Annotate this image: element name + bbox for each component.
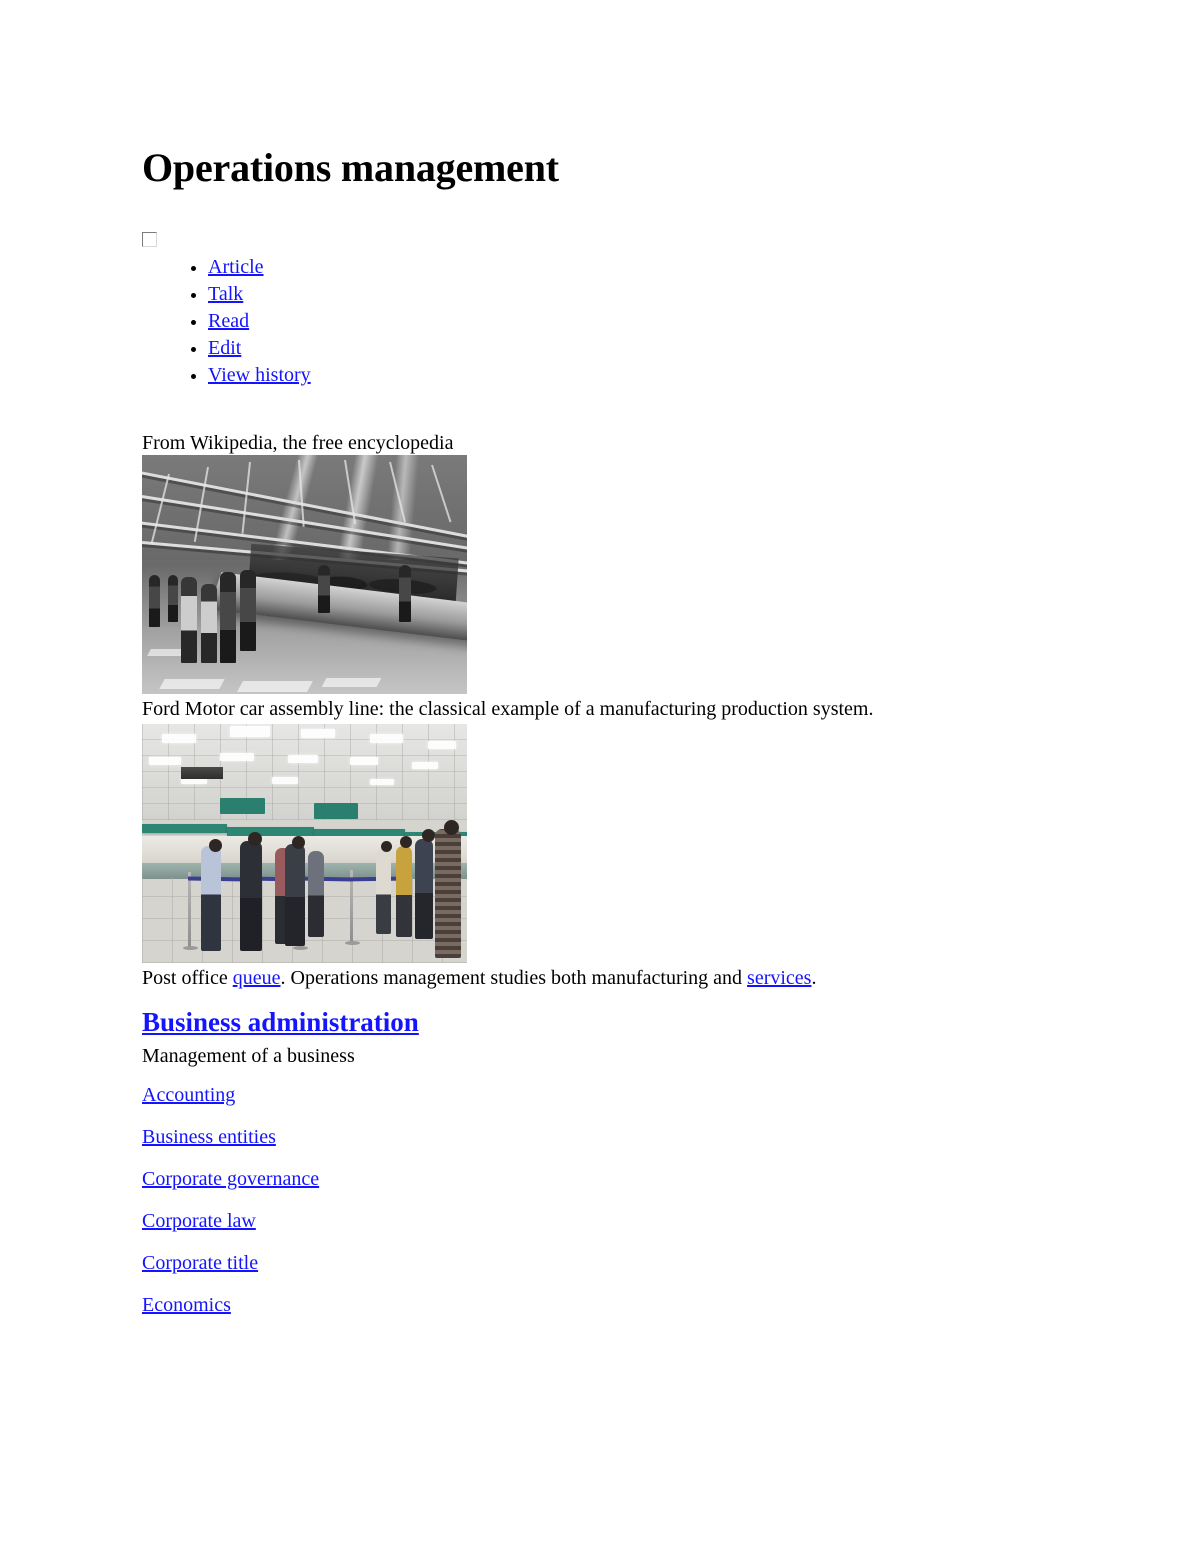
factory-worker [148, 574, 160, 628]
article-page: Operations management Article Talk Read … [142, 0, 1062, 1335]
counter-sign [220, 798, 265, 815]
factory-worker [220, 572, 236, 663]
ford-assembly-line-photo [142, 455, 467, 694]
tab-read[interactable]: Read [208, 308, 1062, 335]
figure-caption-post-office: Post office queue. Operations management… [142, 963, 1062, 993]
ceiling-light [148, 757, 181, 766]
tab-talk[interactable]: Talk [208, 281, 1062, 308]
ceiling-vent [181, 767, 223, 780]
queuing-person [285, 843, 305, 947]
ceiling-light [272, 776, 298, 784]
person-head [291, 836, 305, 850]
list-item[interactable]: Economics [142, 1293, 1062, 1335]
person-head [421, 829, 435, 843]
counter-header-band [142, 824, 227, 834]
infobox-link-accounting[interactable]: Accounting [142, 1084, 235, 1106]
caption-text-before-queue-link: Post office [142, 967, 233, 989]
infobox-heading: Business administration [142, 993, 1062, 1039]
infobox-link-business-entities[interactable]: Business entities [142, 1126, 276, 1148]
queue-rope [349, 876, 399, 882]
tab-article-link[interactable]: Article [208, 256, 264, 278]
figure-caption-ford: Ford Motor car assembly line: the classi… [142, 698, 874, 720]
queuing-person [376, 848, 391, 935]
queuing-person [395, 845, 412, 937]
infobox-heading-link[interactable]: Business administration [142, 1007, 419, 1037]
queuing-person [307, 850, 324, 937]
infobox-link-corporate-title[interactable]: Corporate title [142, 1252, 258, 1274]
factory-worker [181, 576, 197, 663]
ceiling-light [301, 728, 336, 738]
caption-text-middle: . Operations management studies both man… [280, 967, 748, 989]
queuing-person [200, 845, 221, 952]
factory-worker [317, 564, 330, 613]
queuing-person [434, 829, 461, 959]
person-head [208, 838, 222, 852]
ceiling-light [350, 757, 378, 766]
queuing-person [239, 841, 262, 952]
factory-worker [200, 584, 217, 663]
tab-view-history[interactable]: View history [208, 362, 1062, 389]
floor-light-reflection [158, 679, 225, 690]
factory-worker [168, 574, 178, 623]
ceiling-light [411, 762, 438, 770]
ceiling-light [428, 740, 456, 749]
factory-worker [398, 564, 411, 623]
person-head [380, 841, 392, 853]
caption-text-end: . [811, 967, 817, 989]
page-title: Operations management [142, 145, 559, 190]
list-item[interactable]: Corporate title [142, 1251, 1062, 1293]
namespace-tabs: Article Talk [142, 254, 1062, 308]
figure-ford-assembly-line: Ford Motor car assembly line: the classi… [142, 455, 1062, 724]
services-link[interactable]: services [747, 967, 811, 989]
view-tabs: Read Edit View history [142, 308, 1062, 389]
counter-sign [314, 802, 359, 819]
list-item[interactable]: Corporate law [142, 1209, 1062, 1251]
ceiling-light [220, 752, 254, 761]
infobox-subtitle: Management of a business [142, 1045, 355, 1067]
source-attribution: From Wikipedia, the free encyclopedia [142, 432, 454, 454]
queue-link[interactable]: queue [233, 967, 281, 989]
infobox-link-economics[interactable]: Economics [142, 1294, 231, 1316]
person-head [247, 831, 262, 846]
tab-article[interactable]: Article [208, 254, 1062, 281]
queue-stanchion [187, 872, 191, 949]
ceiling-light [161, 733, 196, 743]
counter-header-band [226, 826, 315, 836]
figure-post-office-queue: Post office queue. Operations management… [142, 724, 1062, 993]
tab-edit[interactable]: Edit [208, 335, 1062, 362]
ceiling-light [288, 755, 319, 764]
infobox-link-list: Accounting Business entities Corporate g… [142, 1069, 1062, 1335]
list-item[interactable]: Corporate governance [142, 1167, 1062, 1209]
floor-light-reflection [321, 677, 382, 687]
factory-worker [239, 569, 256, 651]
broken-image-placeholder-icon [142, 232, 157, 247]
ceiling-light [369, 733, 403, 743]
ceiling-light [369, 778, 394, 785]
post-office-queue-photo [142, 724, 467, 963]
broken-image-placeholder-row [142, 190, 1062, 254]
queuing-person [415, 838, 433, 940]
floor-light-reflection [236, 680, 313, 692]
person-head [444, 819, 460, 835]
business-administration-infobox: Business administration Management of a … [142, 993, 1062, 1335]
tab-edit-link[interactable]: Edit [208, 337, 241, 359]
infobox-link-corporate-governance[interactable]: Corporate governance [142, 1168, 319, 1190]
ceiling-light [229, 726, 270, 738]
tab-talk-link[interactable]: Talk [208, 283, 243, 305]
infobox-link-corporate-law[interactable]: Corporate law [142, 1210, 256, 1232]
tab-view-history-link[interactable]: View history [208, 364, 311, 386]
tab-read-link[interactable]: Read [208, 310, 249, 332]
list-item[interactable]: Business entities [142, 1125, 1062, 1167]
list-item[interactable]: Accounting [142, 1083, 1062, 1125]
